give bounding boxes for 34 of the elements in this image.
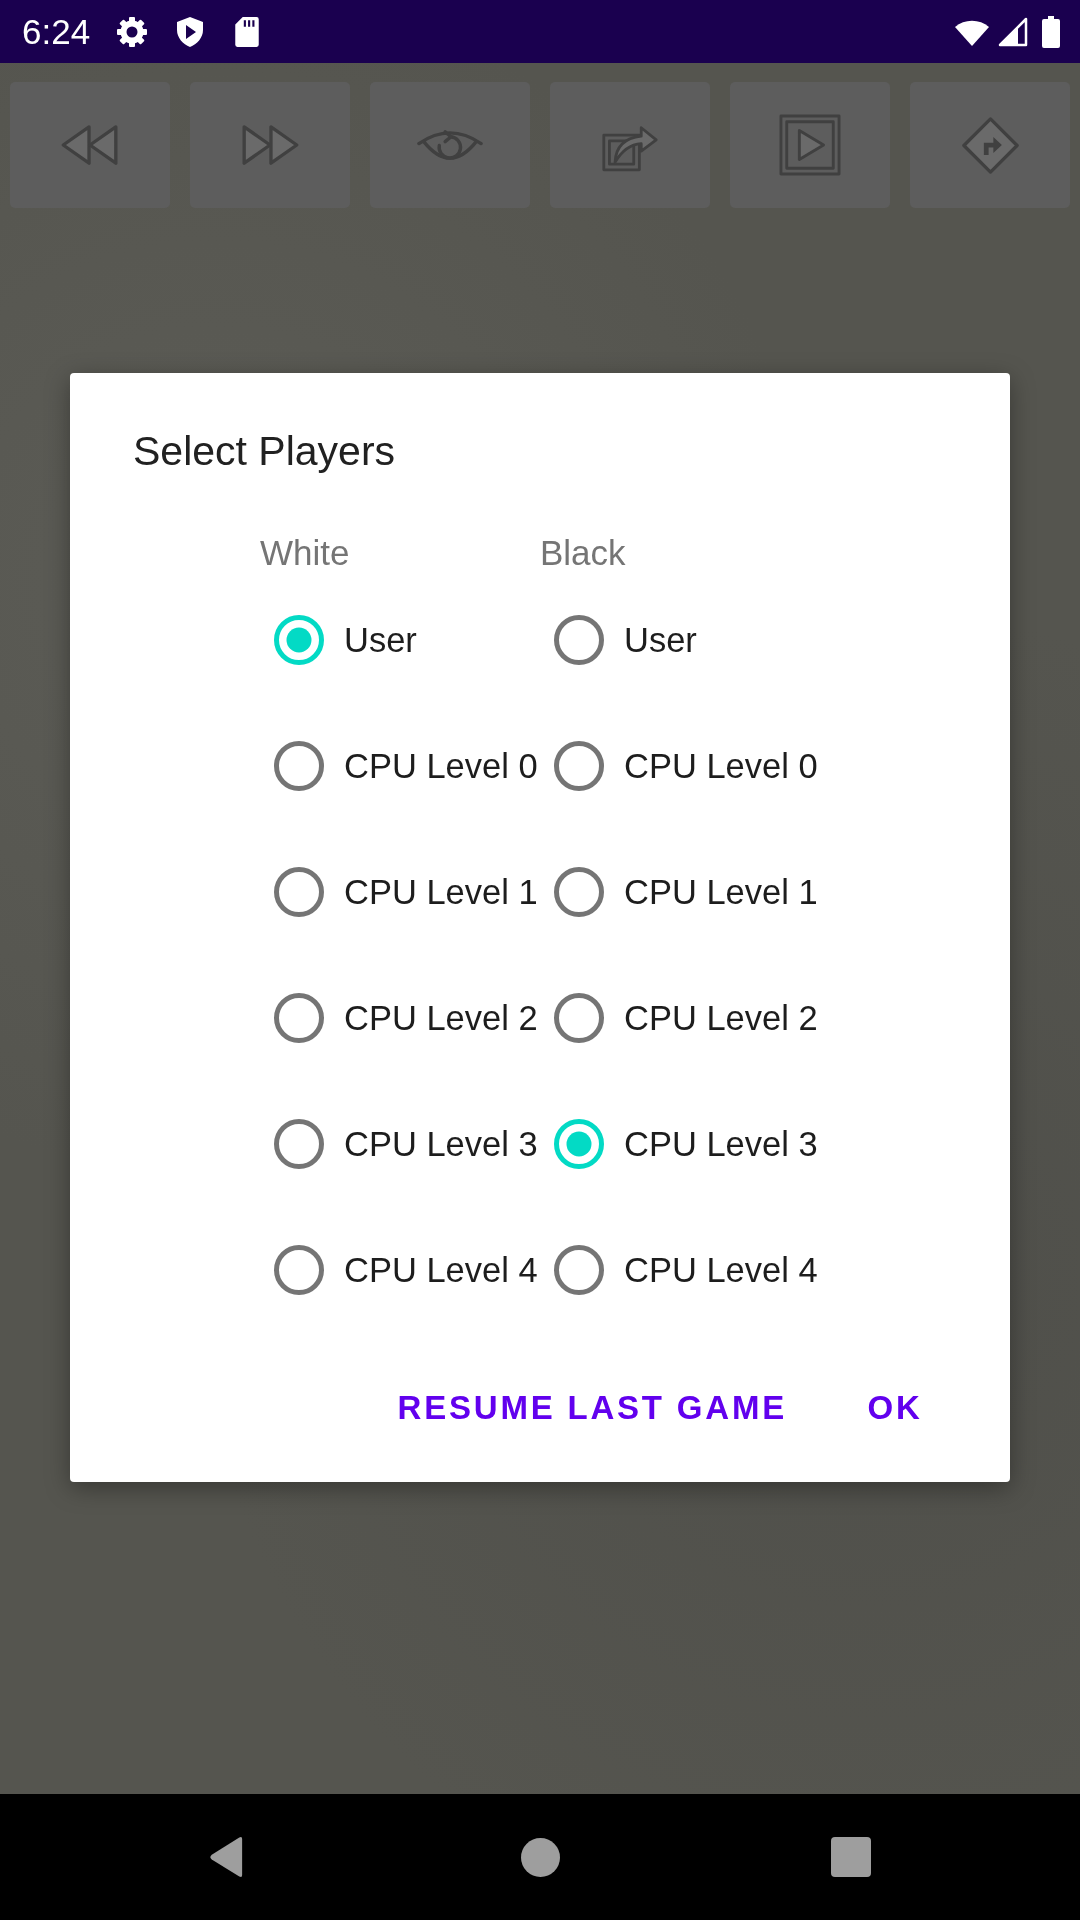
play-button[interactable] [730, 82, 890, 208]
signal-icon [998, 16, 1028, 47]
settings-icon [116, 15, 149, 48]
rewind-button[interactable] [10, 82, 170, 208]
rewind-icon [59, 123, 121, 167]
home-icon[interactable] [521, 1838, 560, 1877]
radio-option[interactable]: CPU Level 3 [554, 1118, 818, 1170]
column-header: Black [540, 532, 626, 574]
radio-option[interactable]: CPU Level 1 [554, 866, 818, 918]
dialog-title: Select Players [132, 427, 397, 476]
framed-play-icon [779, 114, 841, 176]
sign-button[interactable] [910, 82, 1070, 208]
radio-option[interactable]: CPU Level 2 [274, 992, 538, 1044]
radio-option[interactable]: CPU Level 0 [274, 740, 538, 792]
share-button[interactable] [550, 82, 710, 208]
status-time: 6:24 [22, 11, 91, 52]
radio-option[interactable]: CPU Level 3 [274, 1118, 538, 1170]
radio-option[interactable]: CPU Level 4 [274, 1244, 538, 1296]
column-header: White [260, 532, 350, 574]
battery-icon [1042, 15, 1060, 48]
radio-option[interactable]: CPU Level 1 [274, 866, 538, 918]
radio-option[interactable]: User [554, 614, 697, 666]
radio-option[interactable]: CPU Level 0 [554, 740, 818, 792]
recents-icon[interactable] [831, 1837, 871, 1877]
radio-option[interactable]: CPU Level 2 [554, 992, 818, 1044]
radio-option[interactable]: CPU Level 4 [554, 1244, 818, 1296]
eye-button[interactable] [370, 82, 530, 208]
radio-option[interactable]: User [274, 614, 417, 666]
fast-forward-button[interactable] [190, 82, 350, 208]
shield-play-icon [175, 15, 206, 48]
turn-sign-icon [961, 116, 1019, 174]
resume-button[interactable]: RESUME LAST GAME [377, 1364, 807, 1452]
back-icon[interactable] [207, 1835, 245, 1879]
ok-button[interactable]: OK [811, 1364, 979, 1452]
